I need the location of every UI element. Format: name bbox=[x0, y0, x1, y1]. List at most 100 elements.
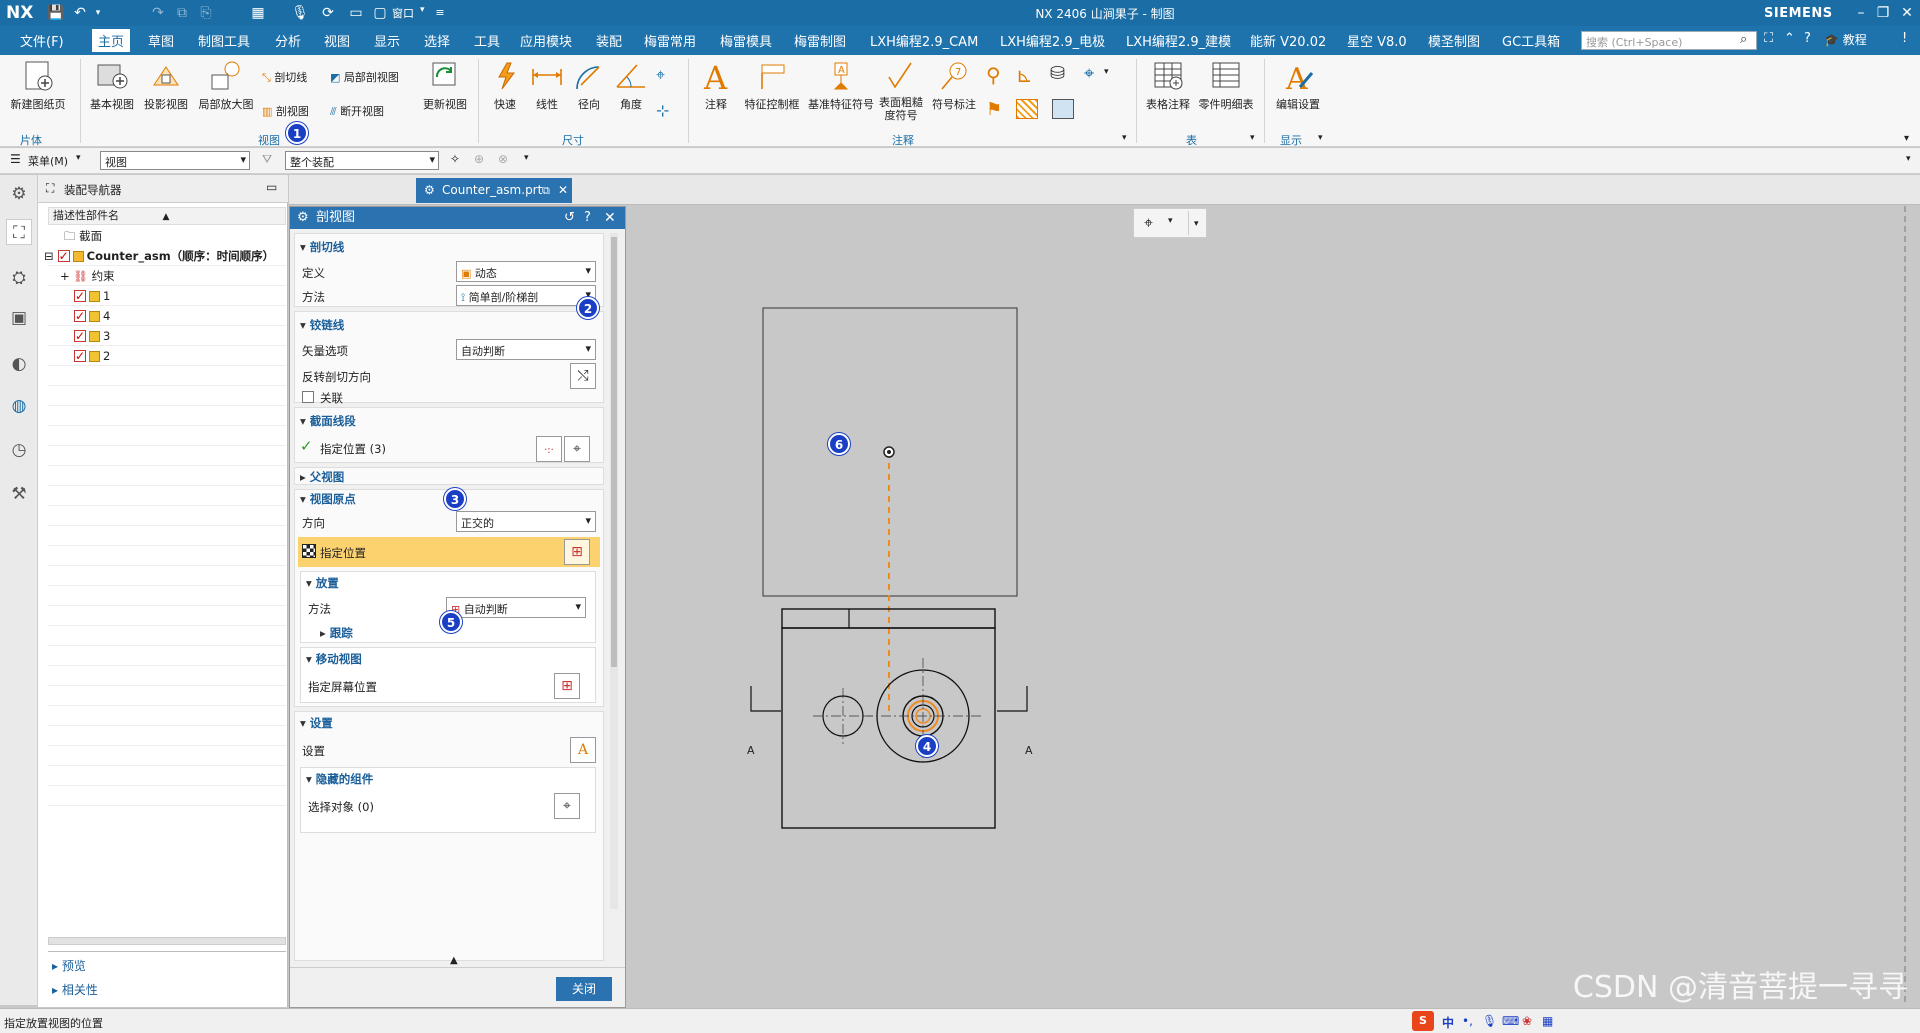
tree-row-part[interactable]: 2 bbox=[74, 346, 110, 366]
tab-xingkong[interactable]: 星空 V8.0 bbox=[1347, 31, 1407, 50]
customize-icon[interactable]: ≡ bbox=[430, 3, 450, 23]
broken-view-button[interactable]: ⫻ 断开视图 bbox=[330, 103, 384, 119]
search-input[interactable]: 搜索 (Ctrl+Space) bbox=[1581, 31, 1757, 50]
linear-dimension-button[interactable]: 线性 bbox=[528, 59, 566, 112]
section-line-header[interactable]: 剖切线 bbox=[300, 239, 345, 255]
window-icon[interactable]: ▭ bbox=[346, 3, 366, 23]
undo-icon[interactable]: ↶ bbox=[70, 3, 90, 23]
ime-skin-icon[interactable]: ❀ bbox=[1522, 1014, 1532, 1028]
search-icon[interactable]: ⌕ bbox=[1740, 32, 1747, 47]
navigator-maximize-icon[interactable]: ▭ bbox=[266, 180, 277, 194]
view-origin-header[interactable]: 视图原点 bbox=[300, 491, 356, 507]
ime-mic-icon[interactable]: 🎙 bbox=[1482, 1014, 1497, 1028]
fill-icon[interactable]: ⛁ bbox=[1050, 63, 1065, 84]
visibility-checkbox[interactable] bbox=[74, 306, 86, 326]
document-tab[interactable]: ⚙ Counter_asm.prt ⧉ ✕ bbox=[416, 178, 572, 203]
help-icon[interactable]: ? bbox=[1804, 31, 1811, 46]
selection-icon[interactable]: ⟳ bbox=[318, 3, 338, 23]
weld-symbol-icon[interactable]: ⚲ bbox=[986, 63, 1001, 87]
menu-dropdown-icon[interactable]: ▾ bbox=[76, 153, 81, 163]
copy-icon[interactable]: ⧉ bbox=[172, 3, 192, 23]
select-all-icon[interactable]: ⊕ bbox=[474, 152, 484, 166]
target-point-icon[interactable]: ⊾ bbox=[1016, 63, 1033, 87]
surface-finish-symbol-button[interactable]: 表面粗糙度符号 bbox=[876, 59, 926, 122]
hinge-line-header[interactable]: 铰链线 bbox=[300, 317, 345, 333]
tree-row-part[interactable]: 4 bbox=[74, 306, 110, 326]
visibility-checkbox[interactable] bbox=[74, 326, 86, 346]
visibility-checkbox[interactable] bbox=[74, 286, 86, 306]
detail-view-button[interactable]: 局部放大图 bbox=[194, 59, 258, 112]
section-segments-header[interactable]: 截面线段 bbox=[300, 413, 356, 429]
paste-icon[interactable]: ⎘ bbox=[196, 3, 216, 23]
selection-scope-select[interactable]: 整个装配 bbox=[285, 151, 439, 170]
toolbar-options-icon[interactable]: ▾ bbox=[1906, 154, 1911, 164]
point-snap-button[interactable]: ⌖ bbox=[564, 436, 590, 462]
tree-row-part[interactable]: 1 bbox=[74, 286, 110, 306]
window-menu[interactable]: 窗口 bbox=[392, 5, 414, 21]
tab-display[interactable]: 显示 bbox=[374, 31, 400, 50]
center-mark-dropdown-icon[interactable]: ▾ bbox=[1104, 67, 1109, 77]
tab-lxh-cam[interactable]: LXH编程2.9_CAM bbox=[870, 31, 978, 50]
radial-dimension-button[interactable]: 径向 bbox=[570, 59, 608, 112]
parent-view-header[interactable]: 父视图 bbox=[300, 469, 345, 485]
tab-view[interactable]: 视图 bbox=[324, 31, 350, 50]
menu-button[interactable]: 菜单(M) bbox=[28, 153, 68, 169]
tab-meilei-common[interactable]: 梅雷常用 bbox=[644, 31, 696, 50]
ime-logo-icon[interactable]: S bbox=[1412, 1011, 1434, 1031]
move-view-header[interactable]: 移动视图 bbox=[306, 651, 362, 667]
ime-toolbox-icon[interactable]: ▦ bbox=[1542, 1014, 1553, 1028]
definition-select[interactable]: ▣ 动态 bbox=[456, 261, 596, 282]
display-more-icon[interactable]: ▾ bbox=[1318, 133, 1323, 143]
collapse-ribbon-icon[interactable]: ⌃ bbox=[1784, 31, 1795, 46]
tab-close-icon[interactable]: ✕ bbox=[558, 178, 568, 203]
hidden-components-header[interactable]: 隐藏的组件 bbox=[306, 771, 374, 787]
settings-icon[interactable]: ⚙ bbox=[6, 181, 32, 207]
ime-chinese-icon[interactable]: 中 bbox=[1442, 1014, 1454, 1031]
tab-meilei-drafting[interactable]: 梅雷制图 bbox=[794, 31, 846, 50]
settings-header[interactable]: 设置 bbox=[300, 715, 333, 731]
tools-icon[interactable]: ▦ bbox=[248, 3, 268, 23]
tab-analysis[interactable]: 分析 bbox=[275, 31, 301, 50]
ribbon-options-icon[interactable]: ▾ bbox=[1904, 133, 1909, 144]
tab-home[interactable]: 主页 bbox=[92, 29, 131, 52]
dialog-close-icon[interactable]: ✕ bbox=[604, 207, 616, 229]
web-browser-icon[interactable]: ◍ bbox=[6, 393, 32, 419]
tab-select[interactable]: 选择 bbox=[424, 31, 450, 50]
select-objects-button[interactable]: ⌖ bbox=[554, 793, 580, 819]
tabular-note-button[interactable]: 表格注释 bbox=[1142, 59, 1194, 112]
part-navigator-icon[interactable]: ▣ bbox=[6, 305, 32, 331]
ime-punct-icon[interactable]: •, bbox=[1462, 1014, 1473, 1028]
tab-applications[interactable]: 应用模块 bbox=[520, 31, 572, 50]
datum-feature-symbol-button[interactable]: A 基准特征符号 bbox=[806, 59, 876, 112]
close-icon[interactable]: ✕ bbox=[1894, 2, 1920, 24]
preview-section[interactable]: ▸ 预览 bbox=[52, 957, 86, 974]
roles-icon[interactable]: ⚒ bbox=[6, 481, 32, 507]
update-view-button[interactable]: 更新视图 bbox=[418, 59, 472, 112]
ordinate-dimension-icon[interactable]: ⌖ bbox=[656, 65, 665, 85]
tree-row-constraints[interactable]: + ⛓ 约束 bbox=[60, 266, 115, 286]
center-mark-icon[interactable]: ⌖ bbox=[1084, 63, 1094, 84]
history-icon[interactable]: ◷ bbox=[6, 437, 32, 463]
window-menu-dropdown-icon[interactable]: ▾ bbox=[420, 5, 425, 15]
chain-dimension-icon[interactable]: ⊹ bbox=[656, 101, 669, 120]
assembly-navigator-icon[interactable]: ⛶ bbox=[6, 219, 32, 245]
column-header[interactable]: 描述性部件名 ▲ bbox=[48, 207, 286, 225]
deselect-icon[interactable]: ⊗ bbox=[498, 152, 508, 166]
break-out-section-button[interactable]: ◩ 局部剖视图 bbox=[330, 69, 399, 85]
dialog-scrollbar[interactable] bbox=[610, 233, 618, 909]
fullscreen-icon[interactable]: ⛶ bbox=[1764, 31, 1773, 46]
close-button[interactable]: 关闭 bbox=[556, 977, 612, 1001]
settings-button[interactable]: A bbox=[570, 737, 596, 763]
constraint-navigator-icon[interactable]: ⛭ bbox=[6, 265, 32, 291]
hamburger-icon[interactable]: ☰ bbox=[10, 152, 21, 166]
save-icon[interactable]: 💾 bbox=[46, 3, 66, 23]
dialog-reset-icon[interactable]: ↺ bbox=[564, 207, 575, 229]
orientation-select[interactable]: 正交的 bbox=[456, 511, 596, 532]
restore-icon[interactable]: ❐ bbox=[1870, 2, 1896, 24]
dependencies-section[interactable]: ▸ 相关性 bbox=[52, 981, 98, 998]
snap-icon[interactable]: ✧ bbox=[450, 152, 460, 166]
tab-lxh-modeling[interactable]: LXH编程2.9_建模 bbox=[1126, 31, 1231, 50]
tree-row-root[interactable]: ⊟ Counter_asm（顺序：时间顺序） bbox=[44, 246, 274, 266]
tab-tools[interactable]: 工具 bbox=[474, 31, 500, 50]
tab-lxh-electrode[interactable]: LXH编程2.9_电极 bbox=[1000, 31, 1105, 50]
